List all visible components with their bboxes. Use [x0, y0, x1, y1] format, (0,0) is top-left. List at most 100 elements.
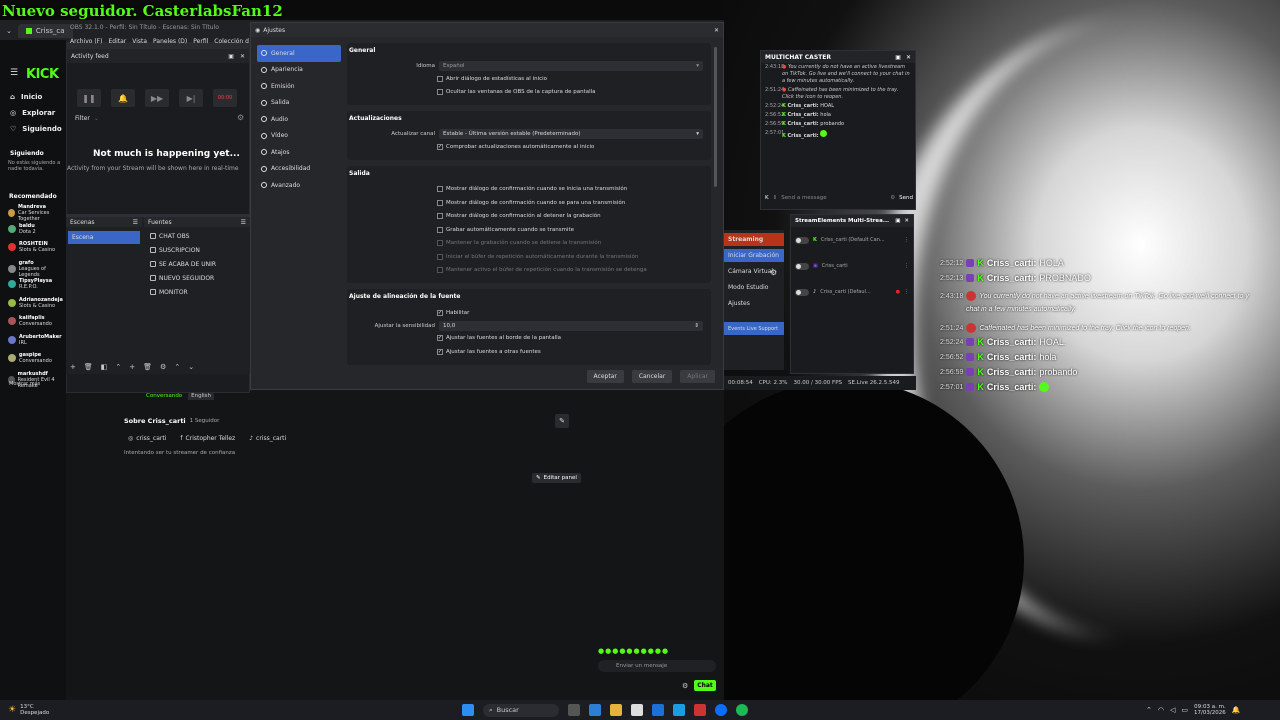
clock[interactable]: 09:03 a. m. 17/03/2026: [1194, 704, 1226, 716]
close-icon[interactable]: ✕: [904, 218, 909, 224]
spotify-icon[interactable]: [735, 704, 748, 716]
emote-bar[interactable]: ●●●●●●●●●●: [598, 647, 669, 655]
send-button[interactable]: Send: [899, 195, 913, 201]
close-icon[interactable]: ✕: [906, 54, 911, 61]
checkbox-snap-sources[interactable]: ✓ Ajustar las fuentes a otras fuentes: [349, 345, 707, 359]
nav-salida[interactable]: Salida: [257, 95, 341, 112]
nav-apariencia[interactable]: Apariencia: [257, 62, 341, 79]
store-icon[interactable]: [630, 704, 643, 716]
recommended-channel[interactable]: TipsyPlaysa R.E.P.O.: [8, 278, 66, 290]
chevron-down-icon[interactable]: ⌄: [6, 27, 12, 35]
recommended-channel[interactable]: gaspipe Conversando: [8, 352, 66, 364]
instagram-link[interactable]: ◎ criss_carti: [128, 435, 166, 442]
trash-icon[interactable]: 🗑: [84, 363, 93, 371]
copilot-icon[interactable]: [588, 704, 601, 716]
nav-inicio[interactable]: ⌂ Inicio: [10, 93, 42, 101]
settings-gear-icon[interactable]: ⚙: [682, 682, 688, 690]
studio-mode-button[interactable]: Modo Estudio: [724, 281, 784, 294]
checkbox-check-updates[interactable]: ✓ Comprobar actualizaciones automáticamen…: [349, 140, 707, 154]
start-streaming-button[interactable]: Streaming: [724, 233, 784, 246]
source-item[interactable]: MONITOR: [144, 285, 250, 299]
taskbar-search[interactable]: ⌕ Buscar: [483, 703, 559, 717]
popout-icon[interactable]: ▣: [895, 218, 900, 224]
live-support-button[interactable]: Events Live Support: [724, 322, 784, 335]
language-tag[interactable]: English: [188, 392, 215, 400]
checkbox-replay-keep[interactable]: Mantener activo el búfer de repetición c…: [349, 264, 707, 278]
facebook-link[interactable]: f Cristopher Tellez: [180, 435, 235, 442]
settings-scrollbar[interactable]: [714, 47, 717, 187]
checkbox-confirm-start[interactable]: Mostrar diálogo de confirmación cuando s…: [349, 183, 707, 197]
toggle[interactable]: [795, 288, 809, 296]
source-item[interactable]: SUSCRIPCION: [144, 243, 250, 257]
menu-editar[interactable]: Editar: [108, 38, 126, 45]
speaker-icon[interactable]: ◁: [1170, 706, 1175, 714]
skip-button[interactable]: ▶▶: [145, 89, 169, 107]
nav-emision[interactable]: Emisión: [257, 78, 341, 95]
taskview-icon[interactable]: [567, 704, 580, 716]
start-recording-button[interactable]: Iniciar Grabación: [724, 249, 784, 262]
apply-button[interactable]: Aplicar: [680, 370, 715, 383]
kick-logo[interactable]: KICK: [26, 67, 59, 82]
wifi-icon[interactable]: ◠: [1158, 706, 1164, 714]
filter-icon[interactable]: ◧: [101, 363, 108, 371]
recommended-channel[interactable]: Mandreva Car Services Together: [8, 204, 66, 222]
sensitivity-spinbox[interactable]: 10,0 ⇕: [439, 320, 703, 331]
nav-video[interactable]: Vídeo: [257, 128, 341, 145]
mostrar-mas-link[interactable]: Mostrar más: [9, 381, 40, 387]
checkbox-confirm-rec-stop[interactable]: Mostrar diálogo de confirmación al deten…: [349, 210, 707, 224]
folder-icon[interactable]: [609, 704, 622, 716]
more-icon[interactable]: ⋮: [904, 263, 909, 269]
channel-select[interactable]: Estable - Última versión estable (Predet…: [439, 129, 703, 139]
toggle[interactable]: [795, 236, 809, 244]
popout-icon[interactable]: ▣: [895, 54, 901, 61]
menu-icon[interactable]: ☰: [10, 68, 18, 78]
outlook-icon[interactable]: [651, 704, 664, 716]
menu-paneles[interactable]: Paneles (D): [153, 38, 187, 45]
popout-icon[interactable]: ▣: [228, 53, 234, 60]
scene-item[interactable]: Escena: [68, 231, 140, 244]
edit-pencil-icon[interactable]: ✎: [555, 414, 569, 428]
edge-icon[interactable]: [672, 704, 685, 716]
up-icon[interactable]: ⌃: [174, 363, 180, 371]
checkbox-replay-auto[interactable]: Iniciar el búfer de repetición automátic…: [349, 250, 707, 264]
checkbox-keep-recording[interactable]: Mantener la grabación cuando se detiene …: [349, 237, 707, 251]
up-icon[interactable]: ⌃: [115, 363, 121, 371]
menu-coleccion[interactable]: Colección d: [214, 38, 249, 45]
tiktok-link[interactable]: ♪ criss_carti: [249, 435, 286, 442]
notification-bell-icon[interactable]: 🔔: [1232, 706, 1241, 714]
source-item[interactable]: SE ACABA DE UNIR: [144, 257, 250, 271]
recommended-channel[interactable]: grafo Leagues of Legends: [8, 260, 66, 278]
source-item[interactable]: NUEVO SEGUIDOR: [144, 271, 250, 285]
edit-panel-button[interactable]: ✎ Editar panel: [532, 473, 581, 483]
chat-input[interactable]: Enviar un mensaje: [598, 660, 716, 672]
chevron-up-icon[interactable]: ⌃: [1146, 706, 1152, 714]
checkbox-snap-enable[interactable]: ✓ Habilitar: [349, 306, 707, 320]
more-icon[interactable]: ⋮: [904, 289, 909, 295]
more-icon[interactable]: ⋮: [904, 237, 909, 243]
menu-archivo[interactable]: Archivo (F): [70, 38, 102, 45]
recommended-channel[interactable]: ROSHTEIN Slots & Casino: [8, 241, 66, 253]
settings-button[interactable]: Ajustes: [724, 297, 784, 310]
bell-button[interactable]: 🔔: [111, 89, 135, 107]
gear-icon[interactable]: ⚙: [160, 363, 166, 371]
add-icon[interactable]: +: [70, 363, 76, 371]
recommended-channel[interactable]: kaiifaplis Conversando: [8, 315, 66, 327]
close-icon[interactable]: ✕: [240, 53, 245, 60]
browser-tab[interactable]: Criss_ca: [17, 24, 73, 38]
nav-general[interactable]: General: [257, 45, 341, 62]
nav-accesibilidad[interactable]: Accesibilidad: [257, 161, 341, 178]
gear-icon[interactable]: ⚙: [890, 195, 895, 201]
nav-avanzado[interactable]: Avanzado: [257, 177, 341, 194]
windows-start-icon[interactable]: [462, 704, 474, 716]
gear-icon[interactable]: ⚙: [770, 268, 777, 277]
close-icon[interactable]: ✕: [714, 27, 719, 34]
toggle[interactable]: [795, 262, 809, 270]
nav-explorar[interactable]: ◎ Explorar: [10, 109, 55, 117]
checkbox-auto-record[interactable]: Grabar automáticamente cuando se transmi…: [349, 223, 707, 237]
menu-vista[interactable]: Vista: [132, 38, 147, 45]
nav-atajos[interactable]: Atajos: [257, 144, 341, 161]
battery-icon[interactable]: ▭: [1181, 706, 1188, 714]
source-item[interactable]: CHAT OBS: [144, 229, 250, 243]
checkbox-snap-edge[interactable]: ✓ Ajustar las fuentes al borde de la pant…: [349, 332, 707, 346]
next-button[interactable]: ▶|: [179, 89, 203, 107]
